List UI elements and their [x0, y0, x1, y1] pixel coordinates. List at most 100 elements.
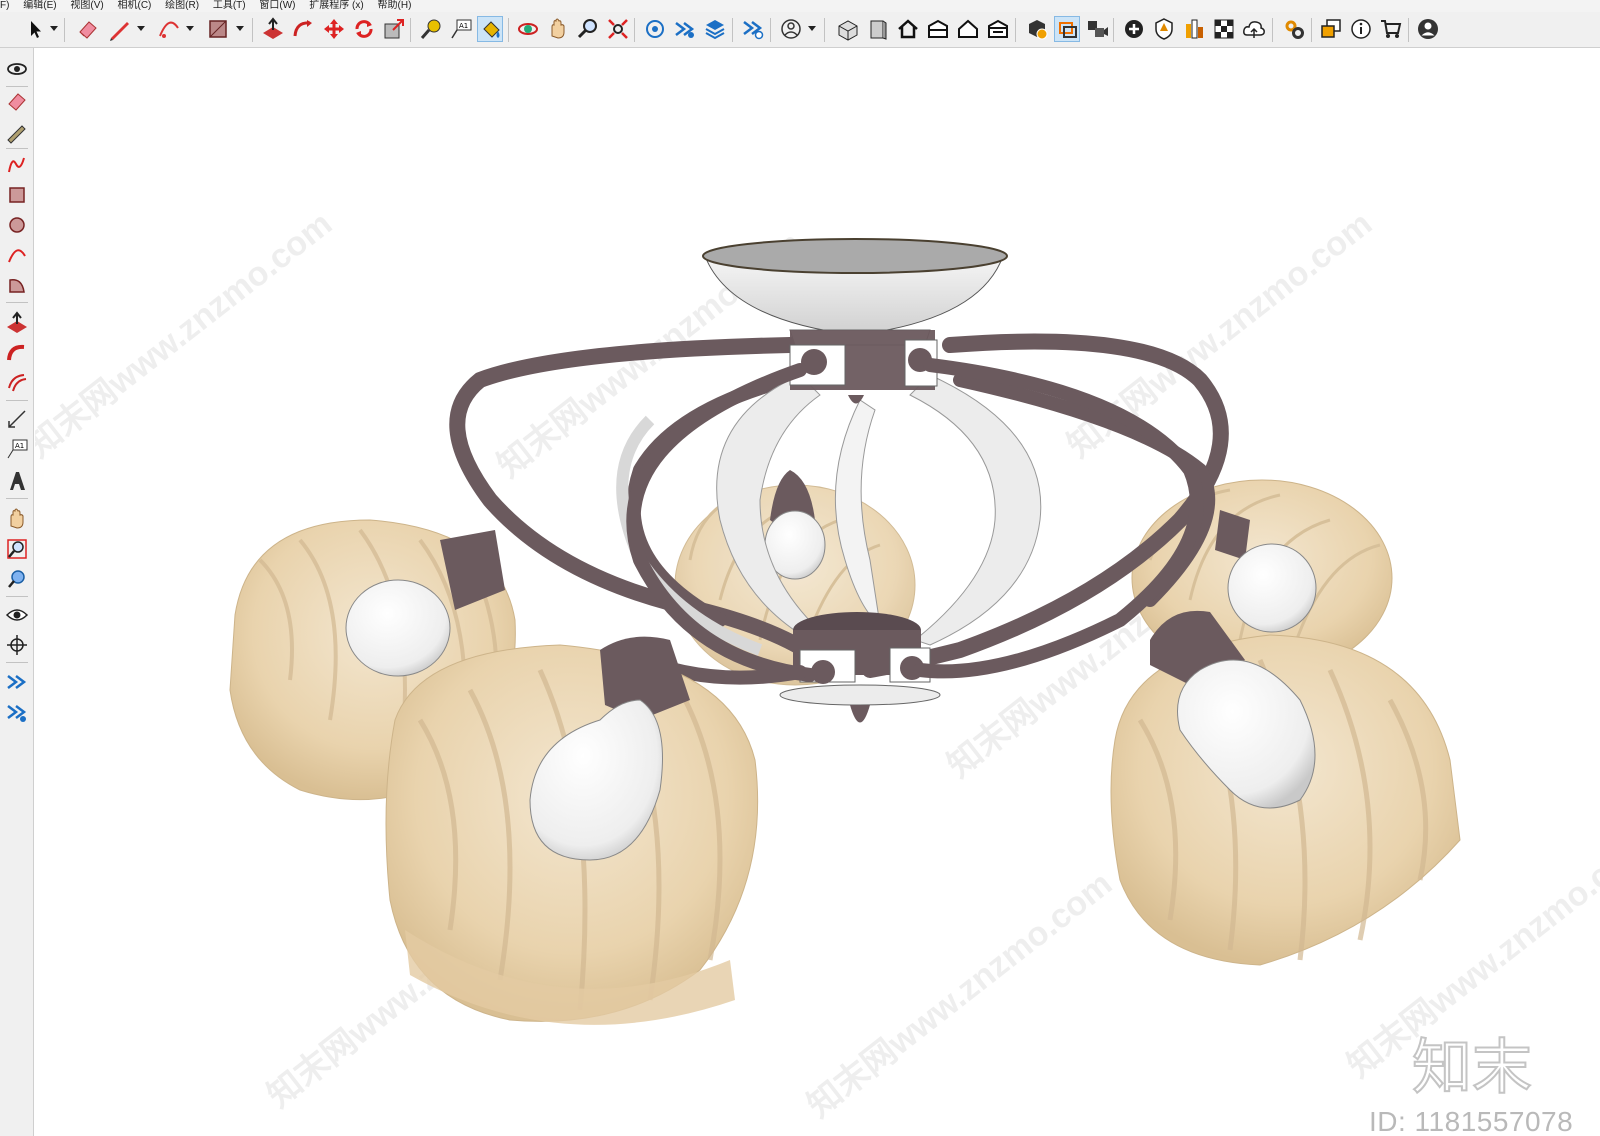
text-label-icon[interactable]: A1: [448, 16, 474, 42]
scale-icon[interactable]: [381, 16, 407, 42]
section-plane-icon[interactable]: [1024, 16, 1050, 42]
toolbar-separator: [1113, 18, 1114, 42]
circle-icon[interactable]: [4, 212, 30, 238]
left-separator: [6, 662, 28, 663]
layers-icon[interactable]: [702, 16, 728, 42]
text-icon[interactable]: A1: [4, 436, 30, 462]
components-icon[interactable]: [1318, 16, 1344, 42]
iso-view-icon[interactable]: [835, 16, 861, 42]
rotate-icon[interactable]: [351, 16, 377, 42]
orbit-icon[interactable]: [4, 56, 30, 82]
ceiling-canopy: [702, 238, 1008, 346]
dimension-icon[interactable]: [4, 406, 30, 432]
shadow-icon[interactable]: [1181, 16, 1207, 42]
menu-window[interactable]: 窗口(W): [259, 0, 295, 11]
toolbar-separator: [1272, 18, 1273, 42]
toolbar-separator: [824, 18, 825, 42]
select-dropdown[interactable]: [50, 26, 58, 31]
toolbar-separator: [1408, 18, 1409, 42]
paint-bucket-icon[interactable]: [477, 16, 503, 42]
left-view-icon[interactable]: [985, 16, 1011, 42]
user-dropdown[interactable]: [808, 26, 816, 31]
left-separator: [6, 86, 28, 87]
extension-icon[interactable]: [672, 16, 698, 42]
zoom-icon[interactable]: [575, 16, 601, 42]
rectangle-icon[interactable]: [205, 16, 231, 42]
pan-icon[interactable]: [545, 16, 571, 42]
left-separator: [6, 148, 28, 149]
front-left-glass-shade: [385, 636, 759, 1025]
cloud-icon[interactable]: [1241, 16, 1267, 42]
menu-view[interactable]: 视图(V): [70, 0, 103, 11]
account-icon[interactable]: [1415, 16, 1441, 42]
model-viewport[interactable]: 知末网www.znzmo.com 知末网www.znzmo.com 知末网www…: [35, 48, 1600, 1136]
back-view-icon[interactable]: [955, 16, 981, 42]
menu-camera[interactable]: 相机(C): [117, 0, 151, 11]
walk-icon[interactable]: [4, 632, 30, 658]
pencil-icon[interactable]: [4, 118, 30, 144]
checker-icon[interactable]: [1211, 16, 1237, 42]
select-icon[interactable]: [22, 16, 48, 42]
zoom-window-icon[interactable]: [4, 536, 30, 562]
3d-text-icon[interactable]: [4, 468, 30, 494]
freehand-icon[interactable]: [4, 152, 30, 178]
menu-help[interactable]: 帮助(H): [378, 0, 412, 11]
toolbar-separator: [1311, 18, 1312, 42]
left-separator: [6, 498, 28, 499]
eraser-icon[interactable]: [75, 16, 101, 42]
camera-scene-icon[interactable]: [1084, 16, 1110, 42]
follow-me-icon[interactable]: [290, 16, 316, 42]
extension-manager-icon[interactable]: [740, 16, 766, 42]
cart-icon[interactable]: [1378, 16, 1404, 42]
chandelier-model[interactable]: [35, 48, 1600, 1136]
pan-icon[interactable]: [4, 506, 30, 532]
menu-edit[interactable]: 编辑(E): [23, 0, 56, 11]
menu-draw[interactable]: 绘图(R): [165, 0, 199, 11]
menu-tools[interactable]: 工具(T): [213, 0, 246, 11]
home-icon[interactable]: [895, 16, 921, 42]
warehouse-icon[interactable]: [642, 16, 668, 42]
arc-icon[interactable]: [4, 242, 30, 268]
toolbar-separator: [732, 18, 733, 42]
info-icon[interactable]: [1348, 16, 1374, 42]
front-view-icon[interactable]: [865, 16, 891, 42]
orbit-icon[interactable]: [515, 16, 541, 42]
offset-icon[interactable]: [4, 370, 30, 396]
section-display-icon[interactable]: [1054, 16, 1080, 42]
add-location-icon[interactable]: [1121, 16, 1147, 42]
menu-extensions[interactable]: 扩展程序 (x): [309, 0, 363, 11]
brand-logo: 知末: [1412, 1032, 1533, 1102]
extension-a-icon[interactable]: [4, 670, 30, 696]
tape-measure-icon[interactable]: [418, 16, 444, 42]
arc-icon[interactable]: [156, 16, 182, 42]
zoom-extents-icon[interactable]: [4, 566, 30, 592]
brand-logo-text: 知末: [1412, 1033, 1532, 1102]
user-icon[interactable]: [778, 16, 804, 42]
left-toolbar: A1: [0, 48, 34, 1136]
settings-icon[interactable]: [1281, 16, 1307, 42]
toolbar-separator: [1015, 18, 1016, 42]
sketchup-window: F) 编辑(E) 视图(V) 相机(C) 绘图(R) 工具(T) 窗口(W) 扩…: [0, 0, 1600, 1136]
main-toolbar: A1: [0, 12, 1600, 48]
move-icon[interactable]: [321, 16, 347, 42]
rectangle-icon[interactable]: [4, 182, 30, 208]
zoom-extents-icon[interactable]: [605, 16, 631, 42]
push-pull-icon[interactable]: [4, 310, 30, 336]
toolbar-separator: [634, 18, 635, 42]
menu-file[interactable]: F): [0, 0, 9, 11]
svg-text:A1: A1: [15, 442, 24, 450]
pencil-line-icon[interactable]: [107, 16, 133, 42]
left-separator: [6, 400, 28, 401]
line-dropdown[interactable]: [137, 26, 145, 31]
look-around-icon[interactable]: [4, 602, 30, 628]
shield-icon[interactable]: [1151, 16, 1177, 42]
eraser-icon[interactable]: [4, 88, 30, 114]
right-view-icon[interactable]: [925, 16, 951, 42]
shape-dropdown[interactable]: [236, 26, 244, 31]
pie-icon[interactable]: [4, 272, 30, 298]
extension-b-icon[interactable]: [4, 700, 30, 726]
push-pull-icon[interactable]: [260, 16, 286, 42]
follow-me-icon[interactable]: [4, 340, 30, 366]
arc-dropdown[interactable]: [186, 26, 194, 31]
toolbar-separator: [770, 18, 771, 42]
